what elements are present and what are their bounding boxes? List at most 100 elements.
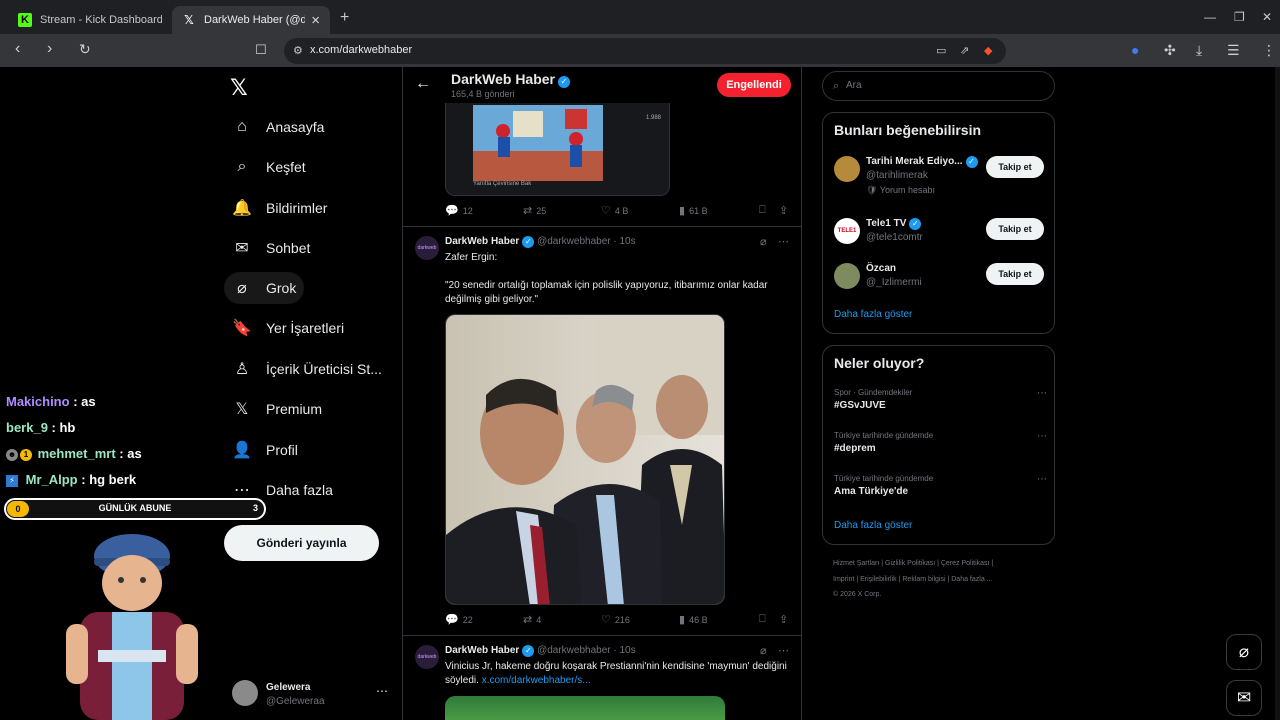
nav-profile[interactable]: 👤 Profil [224,434,306,466]
maximize-icon[interactable]: ❐ [1234,10,1245,24]
menu-icon[interactable]: ⋮ [1262,42,1276,59]
tweet-photo[interactable] [445,696,725,720]
nav-premium[interactable]: 𝕏 Premium [224,393,330,425]
avatar[interactable]: darkweb [415,645,439,669]
more-icon[interactable]: ⋯ [778,644,789,657]
like-button[interactable]: ♡ 4 B [601,204,628,217]
nav-creator-studio[interactable]: ♙ İçerik Üreticisi St... [224,353,390,385]
share-icon[interactable]: ⇗ [960,44,969,57]
repost-icon: ⇄ [523,205,533,217]
more-circle-icon: ⋯ [234,482,250,499]
views-button[interactable]: ▮ 61 B [679,204,708,217]
nav-label: Profil [266,442,298,458]
cast-icon[interactable]: ▭ [936,44,946,57]
bookmark-icon: ⎕ [759,613,766,625]
nav-home[interactable]: ⌂ Anasayfa [224,111,332,143]
reply-button[interactable]: 💬 22 [445,613,473,626]
account-switcher[interactable]: Gelewera @Geleweraa ⋯ [232,680,392,710]
address-bar[interactable]: ⚙ x.com/darkwebhaber ▭ ⇗ ◆ [284,38,1006,64]
window-close-icon[interactable]: ✕ [1262,10,1272,24]
nav-bookmarks[interactable]: 🔖 Yer İşaretleri [224,312,352,344]
avatar[interactable]: darkweb [415,236,439,260]
chat-text: : as [119,446,142,461]
more-icon[interactable]: ⋯ [1037,474,1047,485]
suggestion-name: Özcan [866,263,897,274]
x-logo-icon[interactable]: 𝕏 [230,75,248,101]
nav-label: Yer İşaretleri [266,320,345,336]
minimize-icon[interactable]: — [1204,10,1216,24]
reply-button[interactable]: 💬 12 [445,204,473,217]
nav-grok[interactable]: ⌀ Grok [224,272,305,304]
follow-button[interactable]: Takip et [986,218,1044,240]
grok-icon[interactable]: ⌀ [760,644,767,657]
extensions-puzzle-icon[interactable]: ✣ [1164,42,1176,59]
more-icon[interactable]: ⋯ [1037,388,1047,399]
like-button[interactable]: ♡ 216 [601,613,630,626]
tab-kick-dashboard[interactable]: K Stream - Kick Dashboard [8,6,172,34]
share-button[interactable]: ⇪ [779,613,792,626]
back-icon[interactable]: ‹ [15,40,20,58]
repost-button[interactable]: ⇄ 4 [523,613,541,626]
follow-button[interactable]: Takip et [986,156,1044,178]
repost-button[interactable]: ⇄ 25 [523,204,546,217]
close-icon[interactable]: × [311,12,320,29]
download-icon[interactable]: ⤓ [1196,42,1202,59]
bookmark-button[interactable]: ⎕ [759,613,770,626]
nav-chat[interactable]: ✉ Sohbet [224,232,318,264]
nav-notifications[interactable]: 🔔 Bildirimler [224,192,335,224]
bookmark-button[interactable]: ⎕ [759,204,770,217]
bookmark-icon[interactable]: ☐ [255,42,267,58]
scrollbar[interactable] [1275,67,1280,720]
chat-user: berk_9 [6,420,48,435]
show-more-link[interactable]: Daha fazla göster [834,309,912,320]
suggestion-item[interactable]: TELE1 Tele1 TV ✓ @tele1comtr Takip et [834,218,1049,254]
tweet-media[interactable]: Yanıtla Çevirisine Bak 1.988 [445,103,670,196]
nav-label: Sohbet [266,240,311,256]
grok-float-button[interactable]: ⌀ [1226,634,1262,670]
tweet-link[interactable]: x.com/darkwebhaber/s... [482,675,591,686]
brave-shield-icon[interactable]: ◆ [984,44,992,57]
post-button[interactable]: Gönderi yayınla [224,525,379,561]
view-count: 61 B [689,205,708,216]
tab-x-profile[interactable]: 𝕏 DarkWeb Haber (@darkwebh × [172,6,330,34]
new-tab-icon[interactable]: + [340,9,349,27]
search-input[interactable]: ⌕ Ara [822,71,1055,101]
messages-float-button[interactable]: ✉ [1226,680,1262,716]
tweet-photo[interactable] [445,314,725,605]
chat-user: Makichino [6,394,70,409]
heart-icon: ♡ [601,614,611,626]
follow-button[interactable]: Takip et [986,263,1044,285]
grok-icon[interactable]: ⌀ [760,235,767,248]
bookmark-icon: ⎕ [759,204,766,216]
tweet-header: DarkWeb Haber ✓ @darkwebhaber · 10s [445,645,636,657]
trend-item[interactable]: Türkiye tarihinde gündemde Ama Türkiye'd… [834,474,1049,504]
more-icon[interactable]: ⋯ [1037,431,1047,442]
tweet-handle-time[interactable]: @darkwebhaber · 10s [537,236,636,247]
nav-label: Bildirimler [266,200,328,216]
blocked-button[interactable]: Engellendi [717,73,791,97]
reload-icon[interactable]: ↻ [79,41,91,58]
site-info-icon[interactable]: ⚙ [293,44,303,57]
more-icon[interactable]: ⋯ [376,684,388,698]
extension-icon[interactable]: ● [1131,42,1139,58]
back-arrow-icon[interactable]: ← [415,75,431,93]
tweet-author[interactable]: DarkWeb Haber [445,645,519,656]
tweet-handle-time[interactable]: @darkwebhaber · 10s [537,645,636,656]
footer-links[interactable]: Hizmet Şartları | Gizlilik Politikası | … [833,560,993,567]
footer-links[interactable]: Imprint | Erişilebilirlik | Reklam bilgi… [833,576,993,583]
nav-explore[interactable]: ⌕ Keşfet [224,151,314,183]
more-icon[interactable]: ⋯ [778,235,789,248]
trend-item[interactable]: Türkiye tarihinde gündemde #deprem ⋯ [834,431,1049,461]
tweet-author[interactable]: DarkWeb Haber [445,236,519,247]
search-icon: ⌕ [237,158,247,175]
views-button[interactable]: ▮ 46 B [679,613,708,626]
share-button[interactable]: ⇪ [779,204,792,217]
suggestion-item[interactable]: Tarihi Merak Ediyo... ✓ @tarihlimerak 🛡 Y… [834,156,1049,202]
trend-item[interactable]: Spor · Gündemdekiler #GSvJUVE ⋯ [834,388,1049,418]
suggestion-item[interactable]: Özcan @_Izlimermi Takip et [834,263,1049,299]
nav-label: Daha fazla [266,482,333,498]
media-count: 1.988 [646,115,662,121]
playlist-icon[interactable]: ☰ [1227,42,1240,59]
forward-icon[interactable]: › [47,40,52,58]
show-more-link[interactable]: Daha fazla göster [834,520,912,531]
